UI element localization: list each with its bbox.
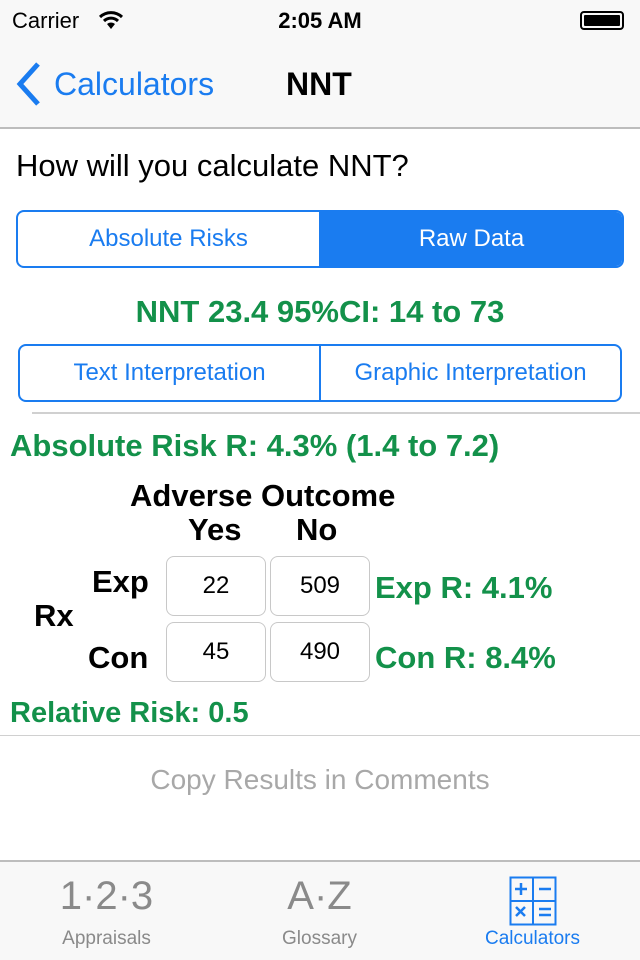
segment-absolute-risks[interactable]: Absolute Risks (18, 212, 319, 266)
back-button[interactable]: Calculators (14, 62, 214, 106)
numbers-icon: 1·2·3 (59, 874, 154, 918)
col-no: No (296, 512, 338, 547)
graphic-interpretation-button[interactable]: Graphic Interpretation (319, 346, 620, 400)
divider (0, 735, 640, 736)
absolute-risk-result: Absolute Risk R: 4.3% (1.4 to 7.2) (10, 428, 500, 463)
mode-segmented-control: Absolute Risks Raw Data (16, 210, 624, 268)
chevron-left-icon (16, 62, 40, 106)
col-yes: Yes (188, 512, 242, 547)
adverse-outcome-header: Adverse Outcome (130, 478, 396, 513)
relative-risk-result: Relative Risk: 0.5 (10, 697, 249, 729)
exp-yes-input[interactable]: 22 (166, 556, 266, 616)
back-label: Calculators (54, 65, 215, 102)
calculator-icon (509, 876, 556, 926)
copy-results-button[interactable]: Copy Results in Comments (0, 764, 640, 796)
rx-label: Rx (34, 598, 74, 633)
tab-label: Glossary (282, 928, 357, 949)
row-exp-label: Exp (92, 564, 149, 599)
text-interpretation-button[interactable]: Text Interpretation (20, 346, 319, 400)
battery-icon (580, 11, 624, 30)
con-risk-result: Con R: 8.4% (375, 640, 556, 675)
tab-glossary[interactable]: A·Z Glossary (213, 870, 426, 950)
question-label: How will you calculate NNT? (16, 148, 409, 183)
tab-label: Calculators (484, 928, 581, 949)
interpretation-segmented-control: Text Interpretation Graphic Interpretati… (18, 344, 622, 402)
exp-no-input[interactable]: 509 (270, 556, 370, 616)
tab-label: Appraisals (62, 928, 151, 949)
row-con-label: Con (88, 640, 149, 675)
segment-raw-data[interactable]: Raw Data (319, 212, 622, 266)
tab-calculators[interactable]: Calculators (426, 870, 639, 950)
page-title: NNT (286, 66, 352, 102)
az-icon: A·Z (287, 874, 352, 918)
con-no-input[interactable]: 490 (270, 622, 370, 682)
divider (32, 412, 640, 414)
con-yes-input[interactable]: 45 (166, 622, 266, 682)
exp-risk-result: Exp R: 4.1% (375, 570, 553, 605)
nnt-result: NNT 23.4 95%CI: 14 to 73 (135, 294, 505, 329)
clock: 2:05 AM (278, 8, 362, 33)
tab-appraisals[interactable]: 1·2·3 Appraisals (0, 870, 213, 950)
